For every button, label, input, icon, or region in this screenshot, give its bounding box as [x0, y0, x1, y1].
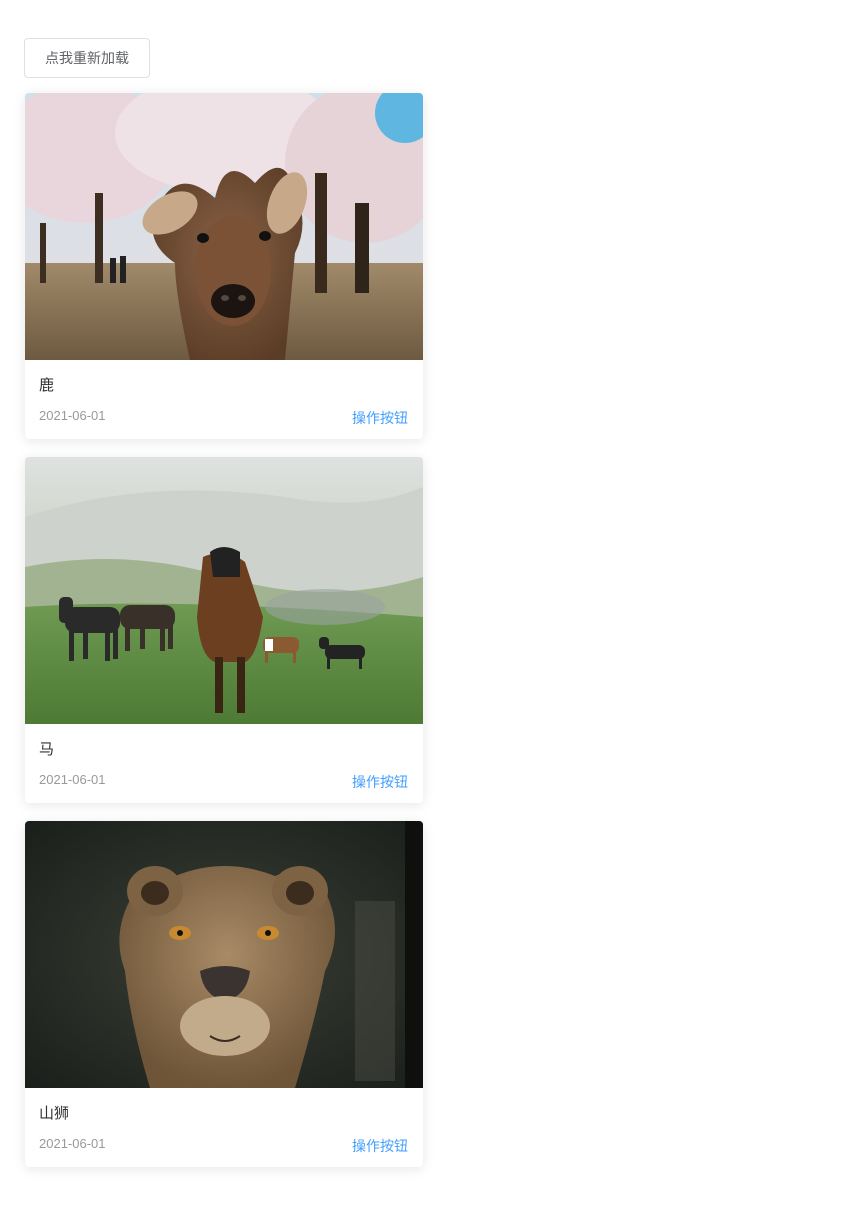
- card-body: 山狮 2021-06-01 操作按钮: [25, 1088, 423, 1167]
- card-date: 2021-06-01: [39, 1136, 106, 1151]
- page: 点我重新加载 鹿 2021-06-01 操作按钮 马 2021-06-01 操作…: [0, 0, 868, 1208]
- card-horses: 马 2021-06-01 操作按钮: [25, 457, 423, 803]
- mountain-lion-image: [25, 821, 423, 1088]
- card-date: 2021-06-01: [39, 408, 106, 423]
- card-title: 马: [39, 740, 55, 758]
- action-button[interactable]: 操作按钮: [352, 1136, 408, 1156]
- card-deer: 鹿 2021-06-01 操作按钮: [25, 93, 423, 439]
- card-body: 鹿 2021-06-01 操作按钮: [25, 360, 423, 439]
- action-button[interactable]: 操作按钮: [352, 408, 408, 428]
- card-title: 鹿: [39, 376, 55, 394]
- card-title: 山狮: [39, 1104, 70, 1122]
- action-button[interactable]: 操作按钮: [352, 772, 408, 792]
- card-body: 马 2021-06-01 操作按钮: [25, 724, 423, 803]
- card-mountain-lion: 山狮 2021-06-01 操作按钮: [25, 821, 423, 1167]
- card-list: 鹿 2021-06-01 操作按钮 马 2021-06-01 操作按钮 山狮 2…: [25, 93, 423, 1185]
- reload-button[interactable]: 点我重新加载: [24, 38, 150, 78]
- card-date: 2021-06-01: [39, 772, 106, 787]
- horses-image: [25, 457, 423, 724]
- deer-image: [25, 93, 423, 360]
